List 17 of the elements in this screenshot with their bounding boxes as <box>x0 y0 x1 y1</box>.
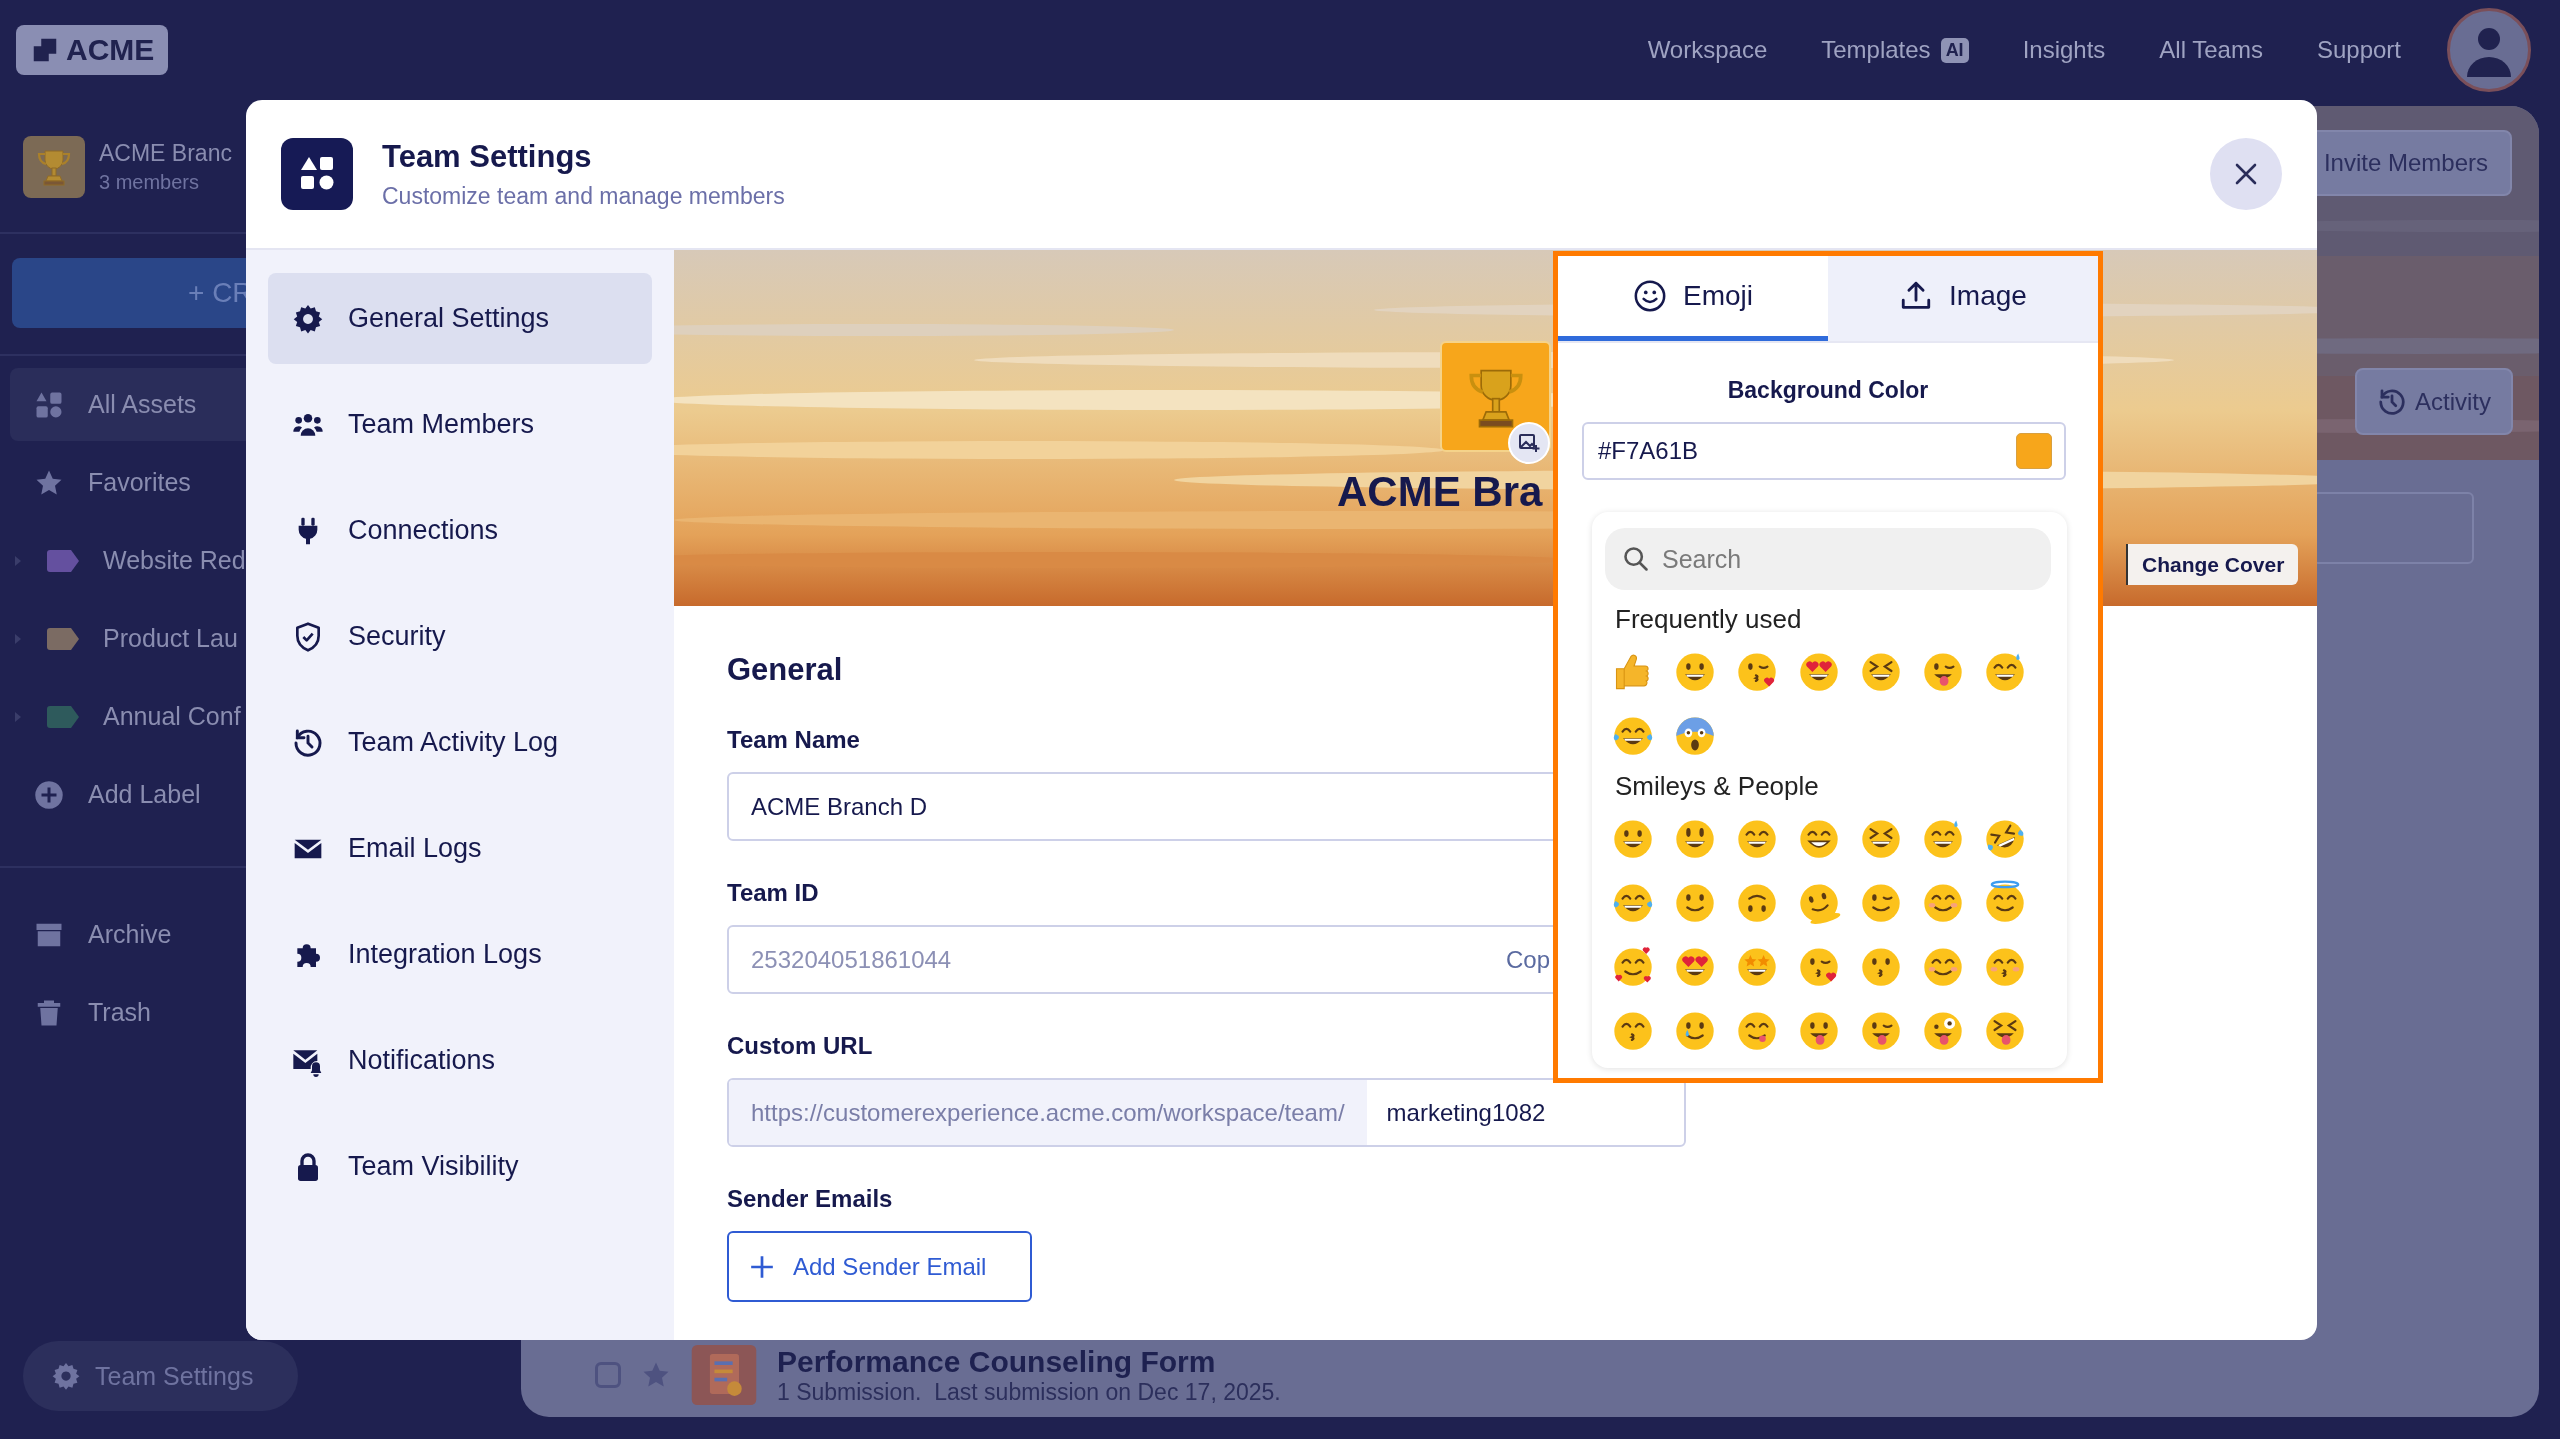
url-prefix: https://customerexperience.acme.com/workspace/team/ <box>729 1080 1367 1145</box>
field-value: marketing1082 <box>1385 1097 1547 1128</box>
dialog-title: Team Settings <box>382 138 593 175</box>
field-value: 253204051861044 <box>751 945 952 974</box>
field-label: Team Name <box>727 726 860 754</box>
field-label: Sender Emails <box>727 1185 893 1213</box>
dialog-subtitle: Customize team and manage members <box>382 182 785 210</box>
team-name: ACME Branc <box>99 140 232 167</box>
badge: AI <box>1940 37 1969 63</box>
category-heading: Frequently used <box>1615 604 1803 635</box>
field-label: Team ID <box>727 879 819 907</box>
form-meta: 1 Submission. Last submission on Dec 17, 2025. <box>777 1379 1281 1405</box>
field-label: Custom URL <box>727 1032 873 1060</box>
member-count: 3 members <box>99 171 201 194</box>
team-title: ACME Bra <box>1337 468 1543 516</box>
section-title: General <box>727 652 843 688</box>
background-color-label: Background Color <box>1726 377 1930 404</box>
